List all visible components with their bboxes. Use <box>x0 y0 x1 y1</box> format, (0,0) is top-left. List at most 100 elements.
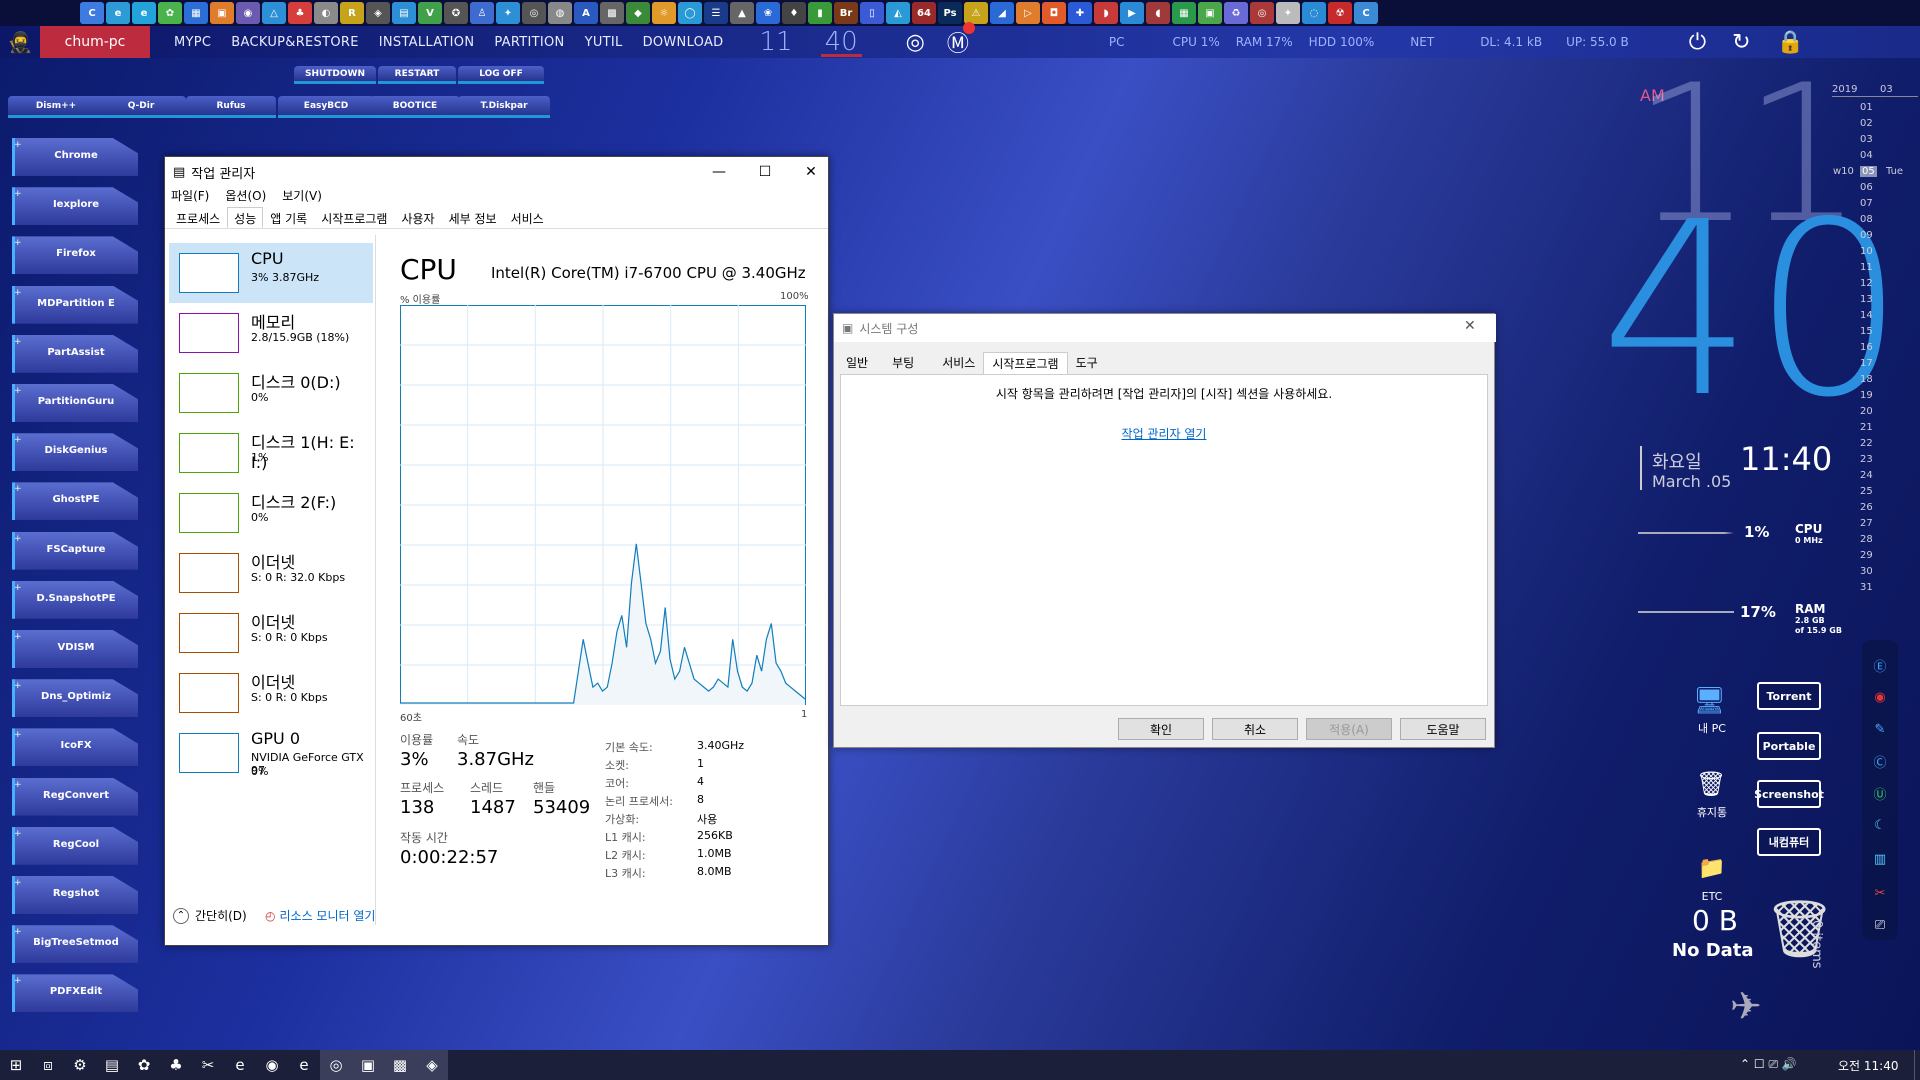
top-strip-app-icon[interactable]: ◖ <box>1146 2 1170 24</box>
top-strip-app-icon[interactable]: ◍ <box>548 2 572 24</box>
side-button-chrome[interactable]: + Chrome <box>6 136 138 178</box>
portable-button[interactable]: Portable <box>1757 732 1821 760</box>
tab-services[interactable]: 서비스 <box>504 207 551 228</box>
top-strip-app-icon[interactable]: ▮ <box>808 2 832 24</box>
top-strip-app-icon[interactable]: e <box>106 2 130 24</box>
etc-folder-icon[interactable]: 📁 <box>1698 856 1725 881</box>
open-task-manager-link[interactable]: 작업 관리자 열기 <box>841 425 1487 442</box>
fewer-details-button[interactable]: ⌃ 간단히(D) <box>173 907 247 924</box>
top-strip-app-icon[interactable]: ◯ <box>678 2 702 24</box>
recycle-bin-icon[interactable]: 🗑 <box>1696 770 1726 798</box>
top-strip-app-icon[interactable]: ▣ <box>210 2 234 24</box>
perf-item-6[interactable]: 이더넷 S: 0 R: 0 Kbps <box>169 603 373 663</box>
menu-partition[interactable]: PARTITION <box>494 35 564 50</box>
top-strip-app-icon[interactable]: 64 <box>912 2 936 24</box>
top-strip-app-icon[interactable]: ✚ <box>1068 2 1092 24</box>
taskbar-settings-icon[interactable]: ⚙ <box>64 1050 96 1080</box>
ninja-logo-icon[interactable]: 🥷 <box>0 26 40 58</box>
top-strip-app-icon[interactable]: ✪ <box>444 2 468 24</box>
side-button-d-snapshotpe[interactable]: + D.SnapshotPE <box>6 579 138 621</box>
ok-button[interactable]: 확인 <box>1118 718 1204 740</box>
menu-backup-restore[interactable]: BACKUP&RESTORE <box>231 35 358 50</box>
top-strip-app-icon[interactable]: ◢ <box>990 2 1014 24</box>
side-button-diskgenius[interactable]: + DiskGenius <box>6 431 138 473</box>
taskbar-clock[interactable]: 오전 11:40 <box>1838 1057 1898 1074</box>
top-strip-app-icon[interactable]: ▶ <box>1120 2 1144 24</box>
top-strip-app-icon[interactable]: ☰ <box>704 2 728 24</box>
hostname-label[interactable]: chum-pc <box>40 26 150 58</box>
taskbar-clover-icon[interactable]: ♣ <box>160 1050 192 1080</box>
minimize-button[interactable]: — <box>696 157 742 187</box>
side-button-iexplore[interactable]: + Iexplore <box>6 185 138 227</box>
top-strip-app-icon[interactable]: ♻ <box>1224 2 1248 24</box>
top-strip-app-icon[interactable]: ♙ <box>470 2 494 24</box>
restart-button[interactable]: RESTART <box>378 66 456 84</box>
screenshot-button[interactable]: Screenshot <box>1754 780 1824 808</box>
perf-item-1[interactable]: 메모리 2.8/15.9GB (18%) <box>169 303 373 363</box>
top-strip-app-icon[interactable]: C <box>1354 2 1378 24</box>
show-desktop-button[interactable] <box>1914 1050 1920 1080</box>
tab-sc-startup[interactable]: 시작프로그램 <box>983 352 1068 374</box>
taskbar-app-icon[interactable]: ◈ <box>416 1050 448 1080</box>
logoff-button[interactable]: LOG OFF <box>458 66 544 84</box>
close-button[interactable]: ✕ <box>788 157 834 187</box>
top-strip-app-icon[interactable]: ◘ <box>1042 2 1066 24</box>
trash-can-icon[interactable]: 🗑 <box>1764 902 1835 958</box>
tab-app-history[interactable]: 앱 기록 <box>263 207 314 228</box>
taskbar-edge-icon[interactable]: e <box>224 1050 256 1080</box>
top-strip-app-icon[interactable]: ◈ <box>366 2 390 24</box>
menu-installation[interactable]: INSTALLATION <box>379 35 475 50</box>
top-strip-app-icon[interactable]: ▤ <box>392 2 416 24</box>
menu-download[interactable]: DOWNLOAD <box>643 35 724 50</box>
taskbar-app-icon[interactable]: ▩ <box>384 1050 416 1080</box>
top-strip-app-icon[interactable]: Ps <box>938 2 962 24</box>
menu-mypc[interactable]: MYPC <box>174 35 211 50</box>
top-strip-app-icon[interactable]: ▦ <box>184 2 208 24</box>
side-button-mdpartition-e[interactable]: + MDPartition E <box>6 284 138 326</box>
top-strip-app-icon[interactable]: ✦ <box>496 2 520 24</box>
top-strip-app-icon[interactable]: ◉ <box>236 2 260 24</box>
taskbar-start-icon[interactable]: ⊞ <box>0 1050 32 1080</box>
dock-red-icon[interactable]: ◉ <box>1867 684 1893 710</box>
torrent-button[interactable]: Torrent <box>1757 682 1821 710</box>
top-strip-app-icon[interactable]: ◎ <box>522 2 546 24</box>
side-button-firefox[interactable]: + Firefox <box>6 234 138 276</box>
tab-startup[interactable]: 시작프로그램 <box>314 207 394 228</box>
perf-item-5[interactable]: 이더넷 S: 0 R: 32.0 Kbps <box>169 543 373 603</box>
tab-boot[interactable]: 부팅 <box>884 352 922 374</box>
cancel-button[interactable]: 취소 <box>1212 718 1298 740</box>
side-button-regconvert[interactable]: + RegConvert <box>6 776 138 818</box>
taskbar-task-view-icon[interactable]: ⧈ <box>32 1050 64 1080</box>
launch-bootice[interactable]: BOOTICE <box>370 96 460 118</box>
dock-chart-icon[interactable]: ▥ <box>1867 846 1893 872</box>
top-strip-app-icon[interactable]: ◭ <box>886 2 910 24</box>
side-button-bigtreesetmod[interactable]: + BigTreeSetmod <box>6 923 138 965</box>
launch-qdir[interactable]: Q-Dir <box>96 96 186 118</box>
taskbar-tool-icon[interactable]: ✂ <box>192 1050 224 1080</box>
menu-file[interactable]: 파일(F) <box>171 187 209 207</box>
side-button-icofx[interactable]: + IcoFX <box>6 726 138 768</box>
side-button-pdfxedit[interactable]: + PDFXEdit <box>6 972 138 1014</box>
dock-u-icon[interactable]: Ⓤ <box>1867 780 1893 806</box>
tab-details[interactable]: 세부 정보 <box>442 207 504 228</box>
top-strip-app-icon[interactable]: ❀ <box>756 2 780 24</box>
top-strip-app-icon[interactable]: ◐ <box>314 2 338 24</box>
top-strip-app-icon[interactable]: △ <box>262 2 286 24</box>
side-button-partitionguru[interactable]: + PartitionGuru <box>6 382 138 424</box>
mail-icon[interactable]: Ⓜ <box>947 22 975 58</box>
top-strip-app-icon[interactable]: ◎ <box>1250 2 1274 24</box>
perf-item-8[interactable]: GPU 0 NVIDIA GeForce GTX 97 0% <box>169 723 373 783</box>
top-strip-app-icon[interactable]: ☼ <box>652 2 676 24</box>
side-button-ghostpe[interactable]: + GhostPE <box>6 480 138 522</box>
top-strip-app-icon[interactable]: ☢ <box>1328 2 1352 24</box>
tray-icons[interactable]: ⌃ ☐ ⎚ 🔊 <box>1740 1057 1797 1072</box>
dock-c-icon[interactable]: Ⓒ <box>1867 748 1893 774</box>
shutdown-button[interactable]: SHUTDOWN <box>294 66 376 84</box>
dock-monitor-icon[interactable]: ⎚ <box>1867 912 1893 938</box>
my-pc-label[interactable]: 내 PC <box>1690 720 1734 736</box>
taskbar-firefox-icon[interactable]: ◉ <box>256 1050 288 1080</box>
tab-sc-services[interactable]: 서비스 <box>934 352 983 374</box>
top-strip-app-icon[interactable]: ▣ <box>1198 2 1222 24</box>
perf-item-3[interactable]: 디스크 1(H: E: I:) 1% <box>169 423 373 483</box>
dock-pin-icon[interactable]: ✎ <box>1867 716 1893 742</box>
